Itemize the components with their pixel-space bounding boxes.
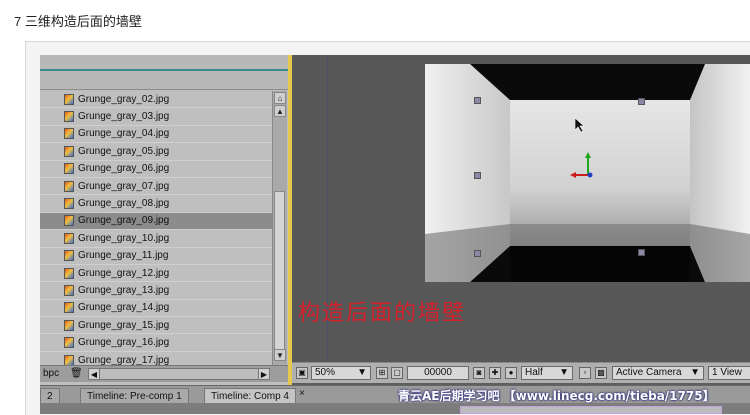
- file-name: Grunge_gray_05.jpg: [78, 145, 170, 157]
- image-file-icon: [64, 337, 74, 349]
- watermark-text: 青云AE后期学习吧 【www.linecg.com/tieba/1775】: [398, 389, 715, 403]
- image-file-icon: [64, 319, 74, 331]
- camera-value: Active Camera: [616, 367, 682, 378]
- project-panel: Grunge_gray_02.jpg Grunge_gray_03.jpg Grun…: [40, 55, 288, 414]
- file-name: Grunge_gray_12.jpg: [78, 267, 170, 279]
- file-list-item[interactable]: Grunge_gray_10.jpg: [40, 230, 272, 248]
- bpc-label[interactable]: bpc: [43, 368, 59, 379]
- composition-viewer[interactable]: 构造后面的墙壁: [292, 55, 750, 365]
- file-name: Grunge_gray_15.jpg: [78, 319, 170, 331]
- layer-handle[interactable]: [638, 249, 645, 256]
- file-name: Grunge_gray_06.jpg: [78, 163, 170, 175]
- file-list-item[interactable]: Grunge_gray_08.jpg: [40, 195, 272, 213]
- timeline-tab-bar: 2 Timeline: Pre-comp 1 Timeline: Comp 4 …: [40, 385, 750, 404]
- image-file-icon: [64, 267, 74, 279]
- layer-handle[interactable]: [474, 172, 481, 179]
- file-list-item[interactable]: Grunge_gray_15.jpg: [40, 317, 272, 335]
- image-file-icon: [64, 354, 74, 365]
- image-file-icon: [64, 284, 74, 296]
- horizontal-scrollbar[interactable]: ◀ ▶: [88, 368, 270, 380]
- file-name: Grunge_gray_07.jpg: [78, 180, 170, 192]
- zoom-dropdown[interactable]: 50% ▼: [311, 366, 371, 380]
- region-of-interest-icon[interactable]: ▫: [579, 367, 591, 379]
- layer-handle[interactable]: [638, 98, 645, 105]
- project-panel-header: [40, 55, 288, 90]
- scroll-up-icon[interactable]: ▲: [274, 105, 286, 117]
- file-list-item[interactable]: Grunge_gray_16.jpg: [40, 334, 272, 352]
- scroll-left-icon[interactable]: ◀: [88, 368, 100, 380]
- file-list-item[interactable]: Grunge_gray_02.jpg: [40, 91, 272, 109]
- image-file-icon: [64, 180, 74, 192]
- image-file-icon: [64, 111, 74, 123]
- image-file-icon: [64, 145, 74, 157]
- channel-icon[interactable]: ●: [505, 367, 517, 379]
- file-name: Grunge_gray_04.jpg: [78, 128, 170, 140]
- layer-handle[interactable]: [474, 250, 481, 257]
- file-name: Grunge_gray_02.jpg: [78, 93, 170, 105]
- viewer-toolbar: ▣ 50% ▼ ⊞ ▢ 00000 ◙ ✚ ● Half ▼ ▫ ▩ Active …: [292, 362, 750, 383]
- scrollbar-thumb[interactable]: [274, 191, 285, 361]
- section-heading: 7 三维构造后面的墙壁: [14, 14, 142, 29]
- scroll-down-icon[interactable]: ▼: [274, 349, 286, 361]
- view-layout-dropdown[interactable]: 1 View: [708, 366, 750, 380]
- file-list-item[interactable]: Grunge_gray_05.jpg: [40, 143, 272, 161]
- file-list: Grunge_gray_02.jpg Grunge_gray_03.jpg Grun…: [40, 91, 272, 365]
- file-name: Grunge_gray_11.jpg: [78, 250, 169, 262]
- timecode-field[interactable]: 00000: [407, 366, 469, 380]
- image-file-icon: [64, 128, 74, 140]
- image-file-icon: [64, 93, 74, 105]
- image-file-icon: [64, 302, 74, 314]
- snapshot-icon[interactable]: ◙: [473, 367, 485, 379]
- camera-dropdown[interactable]: Active Camera ▼: [612, 366, 704, 380]
- transparency-grid-icon[interactable]: ▩: [595, 367, 607, 379]
- file-list-item[interactable]: Grunge_gray_07.jpg: [40, 178, 272, 196]
- file-list-item[interactable]: Grunge_gray_09.jpg: [40, 212, 272, 231]
- file-name: Grunge_gray_17.jpg: [78, 354, 170, 365]
- file-list-item[interactable]: Grunge_gray_12.jpg: [40, 265, 272, 283]
- file-name: Grunge_gray_09.jpg: [78, 215, 170, 227]
- file-list-item[interactable]: Grunge_gray_06.jpg: [40, 161, 272, 178]
- show-snapshot-icon[interactable]: ✚: [489, 367, 501, 379]
- tab-pre-comp-1[interactable]: Timeline: Pre-comp 1: [80, 388, 189, 403]
- overlay-caption: 构造后面的墙壁: [298, 301, 467, 326]
- image-file-icon: [64, 232, 74, 244]
- file-name: Grunge_gray_16.jpg: [78, 337, 170, 349]
- mask-visibility-icon[interactable]: ▢: [391, 367, 403, 379]
- file-name: Grunge_gray_13.jpg: [78, 284, 170, 296]
- file-list-item[interactable]: Grunge_gray_11.jpg: [40, 248, 272, 265]
- close-icon[interactable]: ×: [299, 388, 305, 399]
- file-name: Grunge_gray_03.jpg: [78, 111, 170, 123]
- work-area-bar[interactable]: [460, 406, 722, 414]
- zoom-value: 50%: [315, 367, 336, 378]
- timeline-strip: [40, 403, 750, 414]
- image-file-icon: [64, 215, 74, 227]
- file-name: Grunge_gray_14.jpg: [78, 302, 170, 314]
- always-preview-icon[interactable]: ▣: [296, 367, 308, 379]
- image-file-icon: [64, 198, 74, 210]
- mouse-cursor-icon: [575, 118, 585, 132]
- file-list-item[interactable]: Grunge_gray_03.jpg: [40, 108, 272, 126]
- file-list-item[interactable]: Grunge_gray_14.jpg: [40, 300, 272, 318]
- file-name: Grunge_gray_08.jpg: [78, 198, 170, 210]
- resolution-value: Half: [525, 367, 543, 378]
- file-list-item[interactable]: Grunge_gray_13.jpg: [40, 282, 272, 300]
- file-list-item[interactable]: Grunge_gray_17.jpg: [40, 352, 272, 365]
- trash-icon[interactable]: 🗑: [70, 368, 83, 379]
- image-file-icon: [64, 163, 74, 175]
- ae-screenshot: Grunge_gray_02.jpg Grunge_gray_03.jpg Grun…: [40, 55, 750, 414]
- layer-handle[interactable]: [474, 97, 481, 104]
- image-file-icon: [64, 250, 74, 262]
- header-line: [40, 69, 288, 71]
- 3d-axis-gizmo-icon[interactable]: [568, 150, 608, 190]
- project-panel-footer: bpc 🗑 ◀ ▶: [40, 365, 288, 382]
- tab-2[interactable]: 2: [40, 388, 60, 403]
- grid-icon[interactable]: ⊞: [376, 367, 388, 379]
- file-list-scrollbar[interactable]: ⌂ ▲ ▼: [272, 91, 287, 365]
- file-name: Grunge_gray_10.jpg: [78, 232, 170, 244]
- scroll-right-icon[interactable]: ▶: [258, 368, 270, 380]
- resolution-dropdown[interactable]: Half ▼: [521, 366, 573, 380]
- tab-comp-4[interactable]: Timeline: Comp 4: [204, 388, 296, 403]
- flowchart-icon[interactable]: ⌂: [274, 92, 286, 104]
- file-list-item[interactable]: Grunge_gray_04.jpg: [40, 126, 272, 144]
